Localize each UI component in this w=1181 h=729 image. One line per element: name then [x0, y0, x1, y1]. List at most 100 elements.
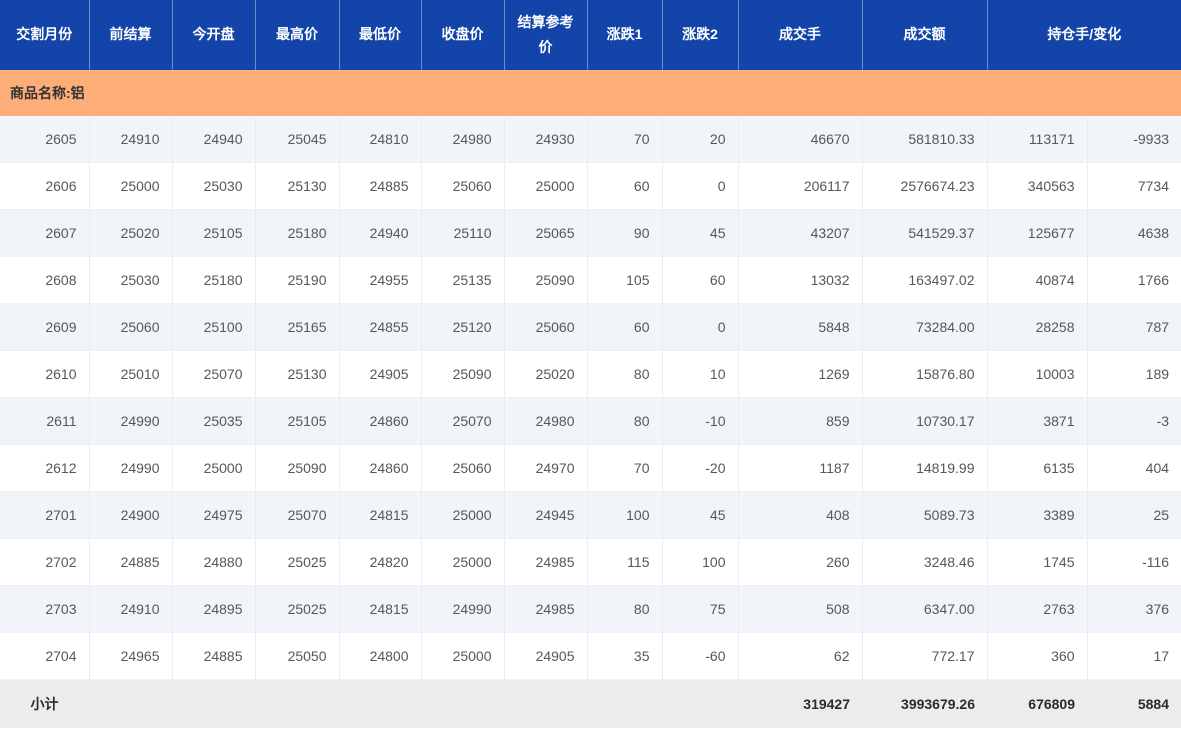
commodity-group: 商品名称:铝: [0, 70, 1181, 116]
col-header-turnover: 成交额: [862, 0, 988, 70]
cell-change1: 60: [587, 162, 663, 210]
cell-change1: 70: [587, 444, 663, 492]
cell-high: 25105: [255, 397, 340, 445]
col-header-volume: 成交手: [738, 0, 863, 70]
cell-volume: 43207: [738, 209, 863, 257]
cell-high: 25090: [255, 444, 340, 492]
subtotal-close: [421, 679, 504, 728]
cell-open-interest: 10003: [987, 350, 1088, 398]
cell-change2: 45: [662, 209, 739, 257]
table-row: 2606 25000 25030 25130 24885 25060 25000 60 0 206…: [0, 162, 1181, 210]
cell-change1: 100: [587, 491, 663, 539]
cell-prev-settlement: 25010: [89, 350, 173, 398]
cell-prev-settlement: 25030: [89, 256, 173, 304]
commodity-name-label: 商品名称:铝: [0, 70, 1181, 116]
cell-change2: -10: [662, 397, 739, 445]
commodity-name-row: 商品名称:铝: [0, 70, 1181, 116]
cell-open: 24880: [172, 538, 256, 586]
table-footer: 小计 319427 3993679.26 676809 5884: [0, 679, 1181, 728]
col-header-low: 最低价: [339, 0, 422, 70]
cell-close: 24990: [421, 585, 505, 633]
cell-oi-change: 4638: [1087, 209, 1181, 257]
table-row: 2605 24910 24940 25045 24810 24980 24930 70 20 46…: [0, 116, 1181, 163]
subtotal-turnover: 3993679.26: [862, 679, 987, 728]
cell-turnover: 772.17: [862, 632, 988, 680]
cell-month: 2608: [0, 256, 90, 304]
cell-turnover: 3248.46: [862, 538, 988, 586]
cell-oi-change: 25: [1087, 491, 1181, 539]
cell-open: 25070: [172, 350, 256, 398]
cell-settlement-ref: 24970: [504, 444, 588, 492]
table-row: 2609 25060 25100 25165 24855 25120 25060 60 0 584…: [0, 303, 1181, 351]
cell-high: 25045: [255, 116, 340, 163]
col-header-settlement-ref: 结算参考价: [504, 0, 588, 70]
cell-change2: -20: [662, 444, 739, 492]
cell-close: 25120: [421, 303, 505, 351]
cell-low: 24820: [339, 538, 422, 586]
cell-close: 25000: [421, 491, 505, 539]
cell-close: 25070: [421, 397, 505, 445]
cell-open: 25100: [172, 303, 256, 351]
subtotal-low: [339, 679, 421, 728]
col-header-open: 今开盘: [172, 0, 256, 70]
cell-low: 24940: [339, 209, 422, 257]
cell-prev-settlement: 24900: [89, 491, 173, 539]
cell-oi-change: 787: [1087, 303, 1181, 351]
cell-volume: 46670: [738, 116, 863, 163]
table-header: 交割月份 前结算 今开盘 最高价 最低价 收盘价 结算参考价 涨跌1 涨跌2 成…: [0, 0, 1181, 70]
table-row: 2607 25020 25105 25180 24940 25110 25065 90 45 43…: [0, 209, 1181, 257]
subtotal-volume: 319427: [738, 679, 862, 728]
cell-turnover: 2576674.23: [862, 162, 988, 210]
cell-high: 25025: [255, 538, 340, 586]
header-row: 交割月份 前结算 今开盘 最高价 最低价 收盘价 结算参考价 涨跌1 涨跌2 成…: [0, 0, 1181, 70]
table-row: 2701 24900 24975 25070 24815 25000 24945 100 45 4…: [0, 491, 1181, 539]
cell-prev-settlement: 25000: [89, 162, 173, 210]
cell-change2: 0: [662, 162, 739, 210]
cell-low: 24815: [339, 491, 422, 539]
cell-close: 25000: [421, 538, 505, 586]
cell-settlement-ref: 25090: [504, 256, 588, 304]
cell-oi-change: 7734: [1087, 162, 1181, 210]
cell-change2: 75: [662, 585, 739, 633]
cell-prev-settlement: 24885: [89, 538, 173, 586]
cell-open-interest: 40874: [987, 256, 1088, 304]
cell-change1: 80: [587, 350, 663, 398]
cell-low: 24810: [339, 116, 422, 163]
cell-high: 25025: [255, 585, 340, 633]
table-row: 2704 24965 24885 25050 24800 25000 24905 35 -60 6…: [0, 632, 1181, 680]
table-row: 2702 24885 24880 25025 24820 25000 24985 115 100…: [0, 538, 1181, 586]
cell-high: 25070: [255, 491, 340, 539]
cell-open: 24885: [172, 632, 256, 680]
cell-turnover: 73284.00: [862, 303, 988, 351]
cell-open: 25000: [172, 444, 256, 492]
cell-prev-settlement: 24965: [89, 632, 173, 680]
cell-open: 25105: [172, 209, 256, 257]
cell-change2: 60: [662, 256, 739, 304]
cell-oi-change: -9933: [1087, 116, 1181, 163]
col-header-change1: 涨跌1: [587, 0, 663, 70]
cell-settlement-ref: 25000: [504, 162, 588, 210]
cell-change2: 10: [662, 350, 739, 398]
cell-month: 2606: [0, 162, 90, 210]
cell-turnover: 5089.73: [862, 491, 988, 539]
cell-volume: 206117: [738, 162, 863, 210]
cell-volume: 1187: [738, 444, 863, 492]
cell-high: 25180: [255, 209, 340, 257]
subtotal-settlement-ref: [504, 679, 587, 728]
table-row: 2608 25030 25180 25190 24955 25135 25090 105 60 1…: [0, 256, 1181, 304]
cell-month: 2701: [0, 491, 90, 539]
cell-volume: 1269: [738, 350, 863, 398]
cell-low: 24860: [339, 397, 422, 445]
cell-open: 25180: [172, 256, 256, 304]
cell-volume: 859: [738, 397, 863, 445]
cell-high: 25190: [255, 256, 340, 304]
cell-open-interest: 113171: [987, 116, 1088, 163]
cell-prev-settlement: 25060: [89, 303, 173, 351]
cell-close: 25000: [421, 632, 505, 680]
table-row: 2703 24910 24895 25025 24815 24990 24985 80 75 50…: [0, 585, 1181, 633]
cell-settlement-ref: 24985: [504, 538, 588, 586]
cell-low: 24800: [339, 632, 422, 680]
cell-open-interest: 28258: [987, 303, 1088, 351]
cell-high: 25130: [255, 162, 340, 210]
cell-high: 25130: [255, 350, 340, 398]
